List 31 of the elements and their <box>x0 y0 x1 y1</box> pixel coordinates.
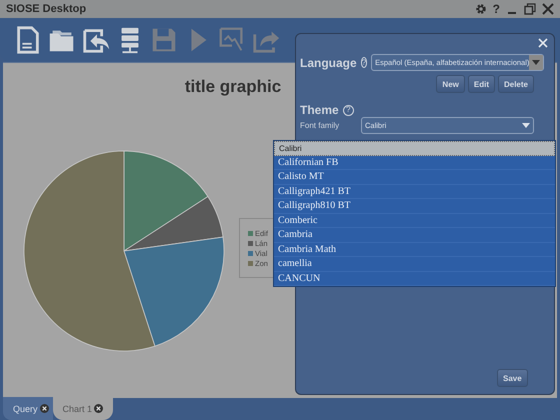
restore-icon[interactable] <box>524 3 536 15</box>
close-icon[interactable] <box>542 3 554 15</box>
save-button[interactable]: Save <box>497 369 528 387</box>
theme-heading: Theme <box>300 103 339 117</box>
font-family-label: Font family <box>300 121 340 130</box>
font-option[interactable]: Cambria Math <box>274 242 555 257</box>
document-tab[interactable]: Chart 1 <box>52 397 114 420</box>
font-option[interactable]: Comberic <box>274 214 555 228</box>
close-icon[interactable] <box>40 404 49 413</box>
font-option[interactable]: Calibri <box>274 141 555 156</box>
caret-icon <box>532 60 540 65</box>
help-icon[interactable]: ? <box>360 57 368 68</box>
font-option[interactable]: camellia <box>274 257 555 272</box>
font-option[interactable]: CANCUN <box>274 272 555 286</box>
chart-title: title graphic <box>184 77 282 96</box>
font-option[interactable]: Calisto MT <box>274 170 555 184</box>
panel-button[interactable]: Delete <box>498 75 534 93</box>
window-title: SIOSE Desktop <box>6 3 88 15</box>
panel-button[interactable]: New <box>436 75 465 93</box>
close-icon[interactable] <box>94 404 104 413</box>
caret-icon <box>522 123 530 128</box>
settings-icon[interactable] <box>474 3 487 15</box>
help-button[interactable]: ? <box>492 2 500 16</box>
font-option[interactable]: Calligraph810 BT <box>274 199 555 214</box>
font-option[interactable]: Cambria <box>274 228 555 242</box>
language-heading: Language <box>300 56 357 70</box>
panel-button[interactable]: Edit <box>468 75 495 93</box>
font-option[interactable]: Calligraph421 BT <box>274 184 555 199</box>
document-tab[interactable]: Query <box>3 397 53 420</box>
font-option[interactable]: Californian FB <box>274 156 555 170</box>
help-icon[interactable]: ? <box>342 104 354 116</box>
